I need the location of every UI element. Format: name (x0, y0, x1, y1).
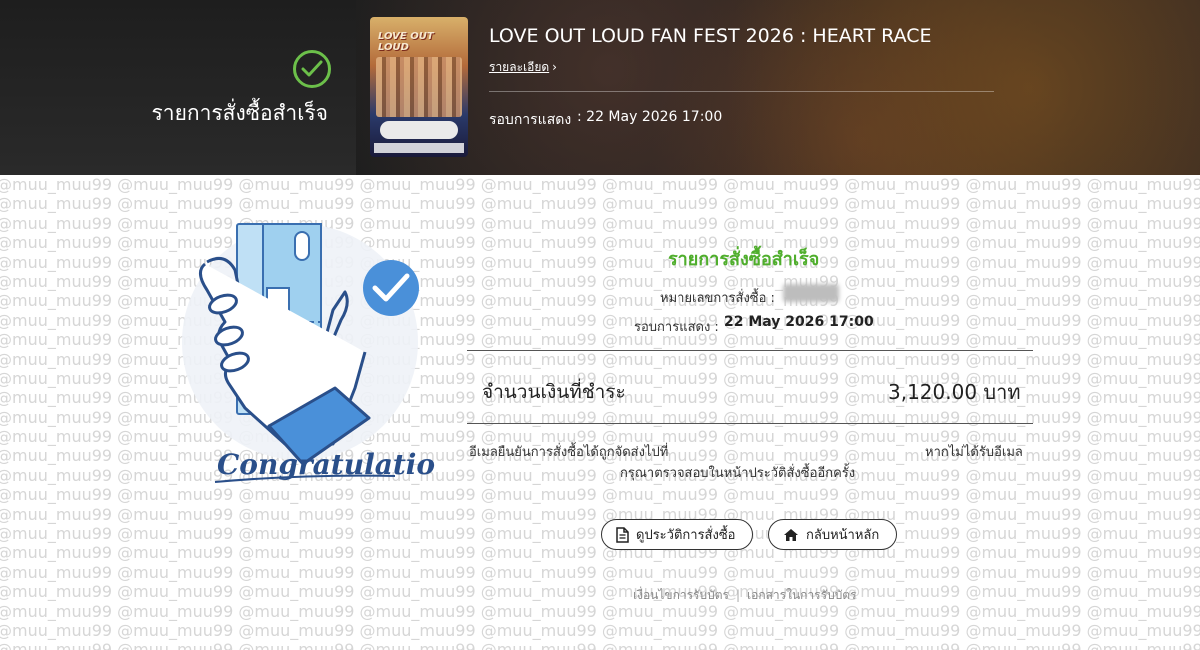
showtime-label: รอบการแสดง (489, 112, 572, 128)
banner-divider (489, 91, 994, 92)
congratulations-illustration: Congratulations (165, 212, 471, 502)
details-link-label: รายละเอียด (489, 60, 550, 74)
showtime-value: : 22 May 2026 17:00 (577, 109, 723, 125)
watermark-row: @muu_muu99 @muu_muu99 @muu_muu99 @muu_mu… (0, 601, 1200, 621)
back-home-label: กลับหน้าหลัก (806, 528, 880, 543)
details-link[interactable]: รายละเอียด › (489, 58, 557, 77)
banner-left-panel (0, 0, 356, 175)
view-order-history-label: ดูประวัติการสั่งซื้อ (636, 528, 736, 543)
watermark-row: @muu_muu99 @muu_muu99 @muu_muu99 @muu_mu… (0, 562, 1200, 582)
poster-crowd-art (376, 57, 462, 117)
watermark-row: @muu_muu99 @muu_muu99 @muu_muu99 @muu_mu… (0, 543, 1200, 563)
summary-showtime-value: 22 May 2026 17:00 (724, 314, 874, 330)
summary-showtime-label: รอบการแสดง : (634, 320, 719, 335)
banner-status-text: รายการสั่งซื้อสำเร็จ (151, 101, 328, 125)
header-banner: รายการสั่งซื้อสำเร็จ LOVE OUT LOUD LOVE … (0, 0, 1200, 175)
footer-links: เงื่อนไขการรับบัตร | เอกสารในการรับบัตร (633, 586, 857, 605)
poster-title: LOVE OUT LOUD (378, 31, 434, 53)
watermark-row: @muu_muu99 @muu_muu99 @muu_muu99 @muu_mu… (0, 620, 1200, 640)
home-icon (783, 528, 799, 542)
email-sent-text: อีเมลยืนยันการสั่งซื้อได้ถูกจัดส่งไปที่ (469, 445, 669, 460)
poster-car-art (380, 121, 458, 139)
divider-bottom (467, 423, 1033, 424)
order-number-label: หมายเลขการสั่งซื้อ : (660, 291, 775, 306)
email-not-received-text: หากไม่ได้รับอีเมล (925, 445, 1023, 460)
check-history-text: กรุณาตรวจสอบในหน้าประวัติสั่งซื้ออีกครั้… (620, 466, 856, 481)
event-poster: LOVE OUT LOUD (370, 17, 468, 157)
success-check-icon (293, 50, 331, 88)
order-number-value: muu99 (783, 284, 839, 302)
watermark-row: @muu_muu99 @muu_muu99 @muu_muu99 @muu_mu… (0, 194, 1200, 214)
chevron-right-icon: › (552, 60, 557, 74)
watermark-row: @muu_muu99 @muu_muu99 @muu_muu99 @muu_mu… (0, 640, 1200, 650)
footer-separator: | (735, 588, 741, 602)
ticket-terms-link[interactable]: เงื่อนไขการรับบัตร (633, 588, 729, 602)
watermark-row: @muu_muu99 @muu_muu99 @muu_muu99 @muu_mu… (0, 175, 1200, 194)
event-title: LOVE OUT LOUD FAN FEST 2026 : HEART RACE (489, 25, 932, 47)
ticket-documents-link[interactable]: เอกสารในการรับบัตร (747, 588, 857, 602)
amount-value: 3,120.00 บาท (888, 380, 1021, 404)
amount-label: จำนวนเงินที่ชำระ (482, 381, 626, 403)
summary-title: รายการสั่งซื้อสำเร็จ (668, 249, 820, 270)
watermark-row: @muu_muu99 @muu_muu99 @muu_muu99 @muu_mu… (0, 582, 1200, 602)
document-icon (616, 526, 629, 543)
divider-top (467, 350, 1033, 351)
back-home-button[interactable]: กลับหน้าหลัก (768, 519, 897, 550)
watermark-row: @muu_muu99 @muu_muu99 @muu_muu99 @muu_mu… (0, 504, 1200, 524)
view-order-history-button[interactable]: ดูประวัติการสั่งซื้อ (601, 519, 753, 550)
watermark-row: @muu_muu99 @muu_muu99 @muu_muu99 @muu_mu… (0, 524, 1200, 544)
poster-footer-strip (374, 143, 464, 153)
